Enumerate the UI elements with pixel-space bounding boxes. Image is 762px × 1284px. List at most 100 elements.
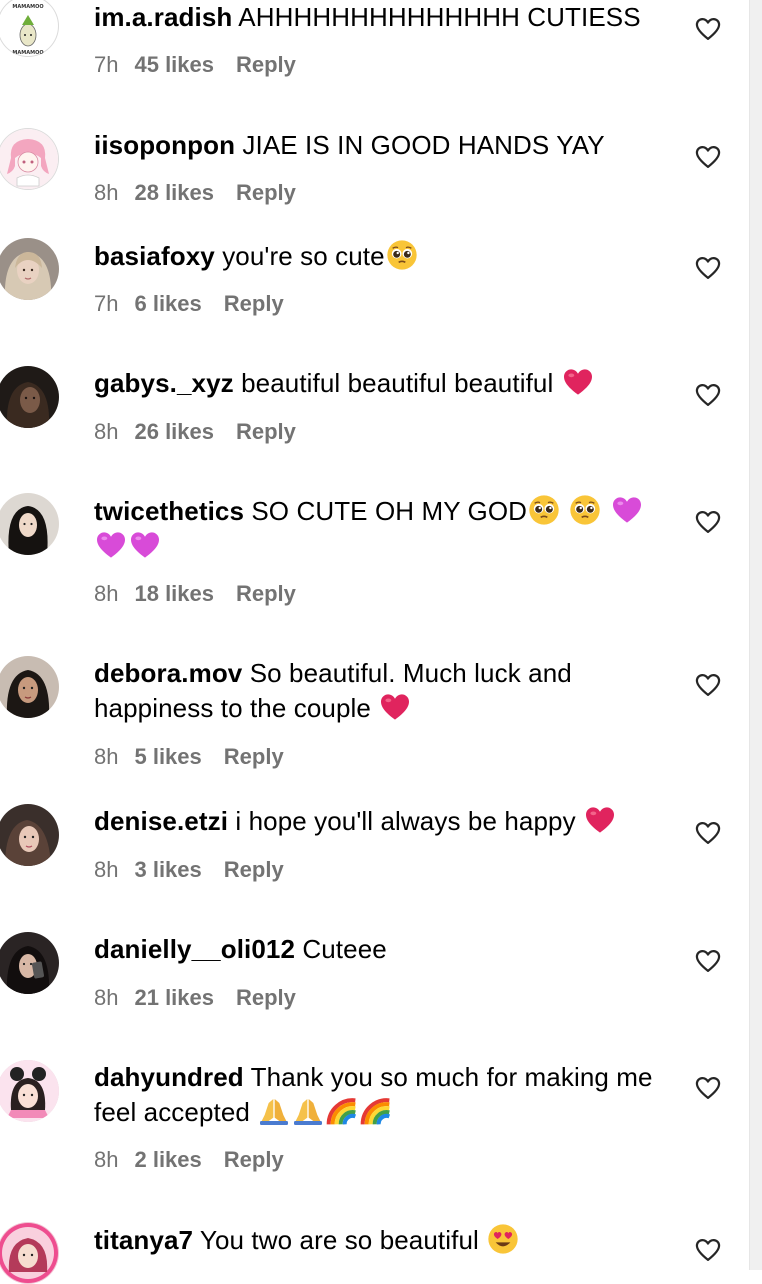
- heart-eyes-emoji-icon: [487, 1223, 519, 1255]
- reply-button[interactable]: Reply: [236, 52, 296, 77]
- comment-likes[interactable]: 45 likes: [134, 52, 214, 77]
- avatar[interactable]: [0, 932, 59, 994]
- pleading-face-emoji-icon: [528, 494, 560, 526]
- comment-likes[interactable]: 18 likes: [134, 581, 214, 606]
- comment-body: you're so cute: [222, 241, 385, 271]
- reply-button[interactable]: Reply: [224, 291, 284, 316]
- comment-text: dahyundred Thank you so much for making …: [94, 1060, 669, 1130]
- folded-hands-emoji-icon: [258, 1095, 290, 1127]
- comment-username[interactable]: gabys._xyz: [94, 368, 234, 398]
- comment-body: You two are so beautiful: [199, 1225, 479, 1255]
- comment-body: JIAE IS IN GOOD HANDS YAY: [242, 130, 605, 160]
- avatar[interactable]: [0, 1222, 59, 1284]
- comment-text: iisoponpon JIAE IS IN GOOD HANDS YAY: [94, 128, 669, 163]
- avatar[interactable]: [0, 238, 59, 300]
- comment-text: twicethetics SO CUTE OH MY GOD: [94, 494, 669, 564]
- comment-time[interactable]: 8h: [94, 985, 118, 1010]
- pink-heart-emoji-icon: [611, 494, 643, 526]
- comment-likes[interactable]: 2 likes: [134, 1147, 201, 1172]
- comment-text: denise.etzi i hope you'll always be happ…: [94, 804, 669, 839]
- comment-meta: 8h 18 likes Reply: [94, 581, 318, 607]
- comment-body: i hope you'll always be happy: [235, 806, 576, 836]
- like-heart-icon[interactable]: [694, 508, 722, 536]
- reply-button[interactable]: Reply: [236, 180, 296, 205]
- comment-likes[interactable]: 26 likes: [134, 419, 214, 444]
- comment-username[interactable]: debora.mov: [94, 658, 242, 688]
- like-heart-icon[interactable]: [694, 671, 722, 699]
- comment-meta: 8h 2 likes Reply: [94, 1147, 306, 1173]
- red-heart-emoji-icon: [584, 804, 616, 836]
- reply-button[interactable]: Reply: [236, 985, 296, 1010]
- avatar[interactable]: [0, 1060, 59, 1122]
- comment-meta: 8h 21 likes Reply: [94, 985, 318, 1011]
- comment-meta: 7h 6 likes Reply: [94, 291, 306, 317]
- like-heart-icon[interactable]: [694, 947, 722, 975]
- comment-username[interactable]: denise.etzi: [94, 806, 228, 836]
- comment-time[interactable]: 8h: [94, 581, 118, 606]
- avatar[interactable]: [0, 656, 59, 718]
- reply-button[interactable]: Reply: [224, 744, 284, 769]
- comment-text: gabys._xyz beautiful beautiful beautiful: [94, 366, 669, 401]
- comment-time[interactable]: 7h: [94, 52, 118, 77]
- comment-time[interactable]: 7h: [94, 291, 118, 316]
- comment-text: debora.mov So beautiful. Much luck and h…: [94, 656, 669, 726]
- comment-meta: 8h 28 likes Reply: [94, 180, 318, 206]
- comment-username[interactable]: danielly__oli012: [94, 934, 295, 964]
- comment-meta: 8h 26 likes Reply: [94, 419, 318, 445]
- like-heart-icon[interactable]: [694, 819, 722, 847]
- pleading-face-emoji-icon: [386, 239, 418, 271]
- like-heart-icon[interactable]: [694, 381, 722, 409]
- comment-username[interactable]: titanya7: [94, 1225, 193, 1255]
- comment-body: beautiful beautiful beautiful: [241, 368, 554, 398]
- comment-likes[interactable]: 21 likes: [134, 985, 214, 1010]
- comment-time[interactable]: 8h: [94, 857, 118, 882]
- comment-body: Cuteee: [302, 934, 387, 964]
- comment-meta: 8h 5 likes Reply: [94, 744, 306, 770]
- pleading-face-emoji-icon: [569, 494, 601, 526]
- comment-likes[interactable]: 5 likes: [134, 744, 201, 769]
- like-heart-icon[interactable]: [694, 1236, 722, 1264]
- like-heart-icon[interactable]: [694, 254, 722, 282]
- comment-username[interactable]: iisoponpon: [94, 130, 235, 160]
- comment-body: AHHHHHHHHHHHHHH CUTIESS: [238, 2, 641, 32]
- comment-text: titanya7 You two are so beautiful: [94, 1223, 669, 1258]
- comment-body: SO CUTE OH MY GOD: [251, 496, 528, 526]
- comment-time[interactable]: 8h: [94, 744, 118, 769]
- comment-likes[interactable]: 3 likes: [134, 857, 201, 882]
- comment-username[interactable]: twicethetics: [94, 496, 244, 526]
- reply-button[interactable]: Reply: [236, 419, 296, 444]
- comment-text: danielly__oli012 Cuteee: [94, 932, 669, 967]
- comment-text: basiafoxy you're so cute: [94, 239, 669, 274]
- scrollbar-track[interactable]: [749, 0, 762, 1270]
- comment-username[interactable]: im.a.radish: [94, 2, 232, 32]
- comment-text: im.a.radish AHHHHHHHHHHHHHH CUTIESS: [94, 0, 669, 35]
- rainbow-emoji-icon: [326, 1095, 358, 1127]
- pink-heart-emoji-icon: [95, 529, 127, 561]
- comment-likes[interactable]: 6 likes: [134, 291, 201, 316]
- svg-text:MAMAMOO: MAMAMOO: [12, 4, 43, 10]
- avatar[interactable]: MAMAMOO MAMAMOO: [0, 0, 59, 57]
- folded-hands-emoji-icon: [292, 1095, 324, 1127]
- like-heart-icon[interactable]: [694, 15, 722, 43]
- reply-button[interactable]: Reply: [224, 857, 284, 882]
- reply-button[interactable]: Reply: [236, 581, 296, 606]
- avatar[interactable]: [0, 804, 59, 866]
- comment-username[interactable]: basiafoxy: [94, 241, 215, 271]
- comment-time[interactable]: 8h: [94, 1147, 118, 1172]
- avatar[interactable]: [0, 128, 59, 190]
- rainbow-emoji-icon: [360, 1095, 392, 1127]
- reply-button[interactable]: Reply: [224, 1147, 284, 1172]
- comment-time[interactable]: 8h: [94, 180, 118, 205]
- comment-likes[interactable]: 28 likes: [134, 180, 214, 205]
- comment-time[interactable]: 8h: [94, 419, 118, 444]
- comment-meta: 7h 45 likes Reply: [94, 52, 318, 78]
- like-heart-icon[interactable]: [694, 143, 722, 171]
- pink-heart-emoji-icon: [129, 529, 161, 561]
- comment-username[interactable]: dahyundred: [94, 1062, 244, 1092]
- avatar[interactable]: [0, 366, 59, 428]
- red-heart-emoji-icon: [379, 691, 411, 723]
- avatar[interactable]: [0, 493, 59, 555]
- svg-text:MAMAMOO: MAMAMOO: [12, 50, 43, 56]
- red-heart-emoji-icon: [562, 366, 594, 398]
- like-heart-icon[interactable]: [694, 1074, 722, 1102]
